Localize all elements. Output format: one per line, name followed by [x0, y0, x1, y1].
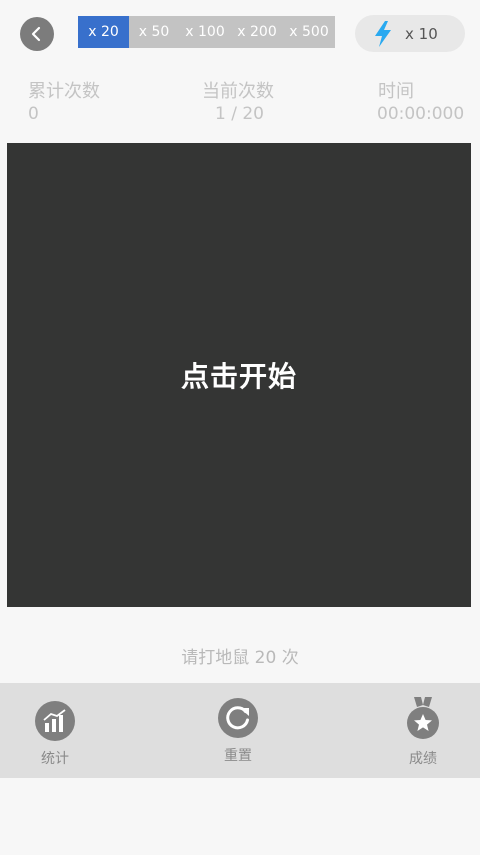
multiplier-option-20[interactable]: x 20 [78, 16, 129, 48]
back-button[interactable] [20, 17, 54, 51]
time-label: 时间 [378, 81, 414, 102]
refresh-icon [218, 698, 258, 738]
multiplier-option-50[interactable]: x 50 [129, 16, 179, 48]
bottom-nav: 统计 重置 成绩 [0, 683, 480, 778]
stats-tab[interactable]: 统计 [15, 683, 95, 778]
multiplier-option-500[interactable]: x 500 [283, 16, 335, 48]
total-count-label: 累计次数 [28, 81, 100, 102]
hint-text: 请打地鼠 20 次 [181, 648, 299, 668]
stats-tab-label: 统计 [41, 751, 69, 767]
chevron-left-icon [31, 26, 41, 42]
time-value: 00:00:000 [377, 104, 465, 124]
lightning-icon [375, 20, 391, 47]
boost-button[interactable]: x 10 [355, 15, 465, 52]
score-tab-label: 成绩 [409, 751, 437, 767]
game-board[interactable]: 点击开始 [7, 143, 471, 607]
medal-icon [407, 697, 439, 739]
start-label: 点击开始 [180, 360, 297, 393]
reset-tab[interactable]: 重置 [198, 683, 278, 778]
reset-tab-label: 重置 [224, 748, 252, 764]
chart-icon [35, 701, 75, 741]
multiplier-option-200[interactable]: x 200 [231, 16, 283, 48]
current-count-label: 当前次数 [202, 81, 274, 102]
total-count-value: 0 [28, 104, 39, 124]
boost-label: x 10 [405, 24, 438, 43]
current-count-value: 1 / 20 [215, 104, 264, 124]
multiplier-selector: x 20 x 50 x 100 x 200 x 500 [78, 16, 335, 48]
multiplier-option-100[interactable]: x 100 [179, 16, 231, 48]
score-tab[interactable]: 成绩 [383, 683, 463, 778]
